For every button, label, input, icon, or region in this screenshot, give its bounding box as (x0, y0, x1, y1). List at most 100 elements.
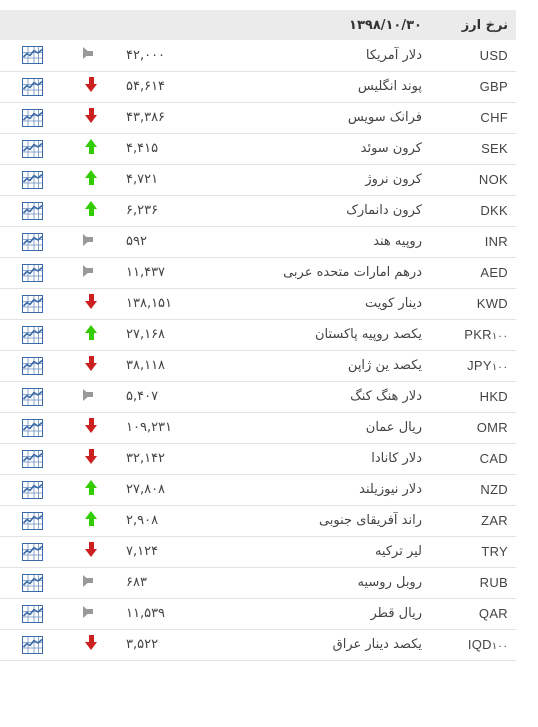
chart-icon[interactable] (21, 387, 43, 406)
chart-link[interactable] (0, 598, 64, 630)
table-row[interactable]: INR روپیه هند ۵۹۲ (0, 226, 516, 258)
arrow-flat-icon (83, 264, 99, 277)
currency-name: کرون سوئد (254, 133, 430, 165)
table-row[interactable]: USD دلار آمریکا ۴۲,۰۰۰ (0, 40, 516, 72)
table-row[interactable]: NOK کرون نروژ ۴,۷۲۱ (0, 164, 516, 196)
table-row[interactable]: QAR ریال قطر ۱۱,۵۳۹ (0, 598, 516, 630)
chart-icon[interactable] (21, 232, 43, 251)
table-row[interactable]: TRY لیر ترکیه ۷,۱۲۴ (0, 536, 516, 568)
chart-link[interactable] (0, 536, 64, 568)
currency-name: راند آفریقای جنوبی (254, 505, 430, 537)
chart-icon[interactable] (21, 325, 43, 344)
table-row[interactable]: DKK کرون دانمارک ۶,۲۳۶ (0, 195, 516, 227)
currency-rate-value: ۳۸,۱۱۸ (118, 350, 254, 382)
table-row[interactable]: NZD دلار نیوزیلند ۲۷,۸۰۸ (0, 474, 516, 506)
chart-link[interactable] (0, 381, 64, 413)
arrow-flat-icon (83, 233, 99, 246)
chart-icon[interactable] (21, 263, 43, 282)
chart-icon[interactable] (21, 480, 43, 499)
table-row[interactable]: JPY۱۰۰ یکصد ین ژاپن ۳۸,۱۱۸ (0, 350, 516, 382)
chart-link[interactable] (0, 629, 64, 661)
trend-indicator (64, 443, 118, 475)
table-body: USD دلار آمریکا ۴۲,۰۰۰ GBP پوند انگلیس ۵۴,۶۱۴… (0, 40, 516, 661)
chart-icon[interactable] (21, 542, 43, 561)
currency-rate-value: ۶۸۳ (118, 567, 254, 599)
currency-code-text: ZAR (481, 513, 508, 528)
chart-link[interactable] (0, 288, 64, 320)
chart-link[interactable] (0, 505, 64, 537)
chart-icon[interactable] (21, 573, 43, 592)
chart-link[interactable] (0, 319, 64, 351)
trend-indicator (64, 257, 118, 289)
chart-link[interactable] (0, 567, 64, 599)
table-row[interactable]: ZAR راند آفریقای جنوبی ۲,۹۰۸ (0, 505, 516, 537)
currency-code-text: SEK (481, 141, 508, 156)
currency-rate-value: ۴۲,۰۰۰ (118, 40, 254, 72)
chart-link[interactable] (0, 40, 64, 72)
table-row[interactable]: CHF فرانک سویس ۴۳,۳۸۶ (0, 102, 516, 134)
chart-icon[interactable] (21, 604, 43, 623)
currency-rate-value: ۴,۴۱۵ (118, 133, 254, 165)
currency-code: JPY۱۰۰ (430, 350, 516, 382)
currency-rate-value: ۵۹۲ (118, 226, 254, 258)
arrow-down-icon (84, 294, 98, 309)
chart-icon[interactable] (21, 170, 43, 189)
chart-icon[interactable] (21, 77, 43, 96)
chart-link[interactable] (0, 257, 64, 289)
table-row[interactable]: CAD دلار کانادا ۳۲,۱۴۲ (0, 443, 516, 475)
chart-link[interactable] (0, 71, 64, 103)
chart-link[interactable] (0, 474, 64, 506)
table-row[interactable]: RUB روبل روسیه ۶۸۳ (0, 567, 516, 599)
chart-link[interactable] (0, 195, 64, 227)
currency-rate-value: ۵,۴۰۷ (118, 381, 254, 413)
currency-name: ریال عمان (254, 412, 430, 444)
table-row[interactable]: PKR۱۰۰ یکصد روپیه پاکستان ۲۷,۱۶۸ (0, 319, 516, 351)
chart-icon[interactable] (21, 139, 43, 158)
currency-multiplier: ۱۰۰ (491, 362, 508, 373)
chart-icon[interactable] (21, 356, 43, 375)
chart-link[interactable] (0, 412, 64, 444)
table-row[interactable]: IQD۱۰۰ یکصد دینار عراق ۳,۵۲۲ (0, 629, 516, 661)
chart-link[interactable] (0, 443, 64, 475)
currency-name: فرانک سویس (254, 102, 430, 134)
table-row[interactable]: AED درهم امارات متحده عربی ۱۱,۴۳۷ (0, 257, 516, 289)
exchange-rates-panel: نرخ ارز ۱۳۹۸/۱۰/۳۰ USD دلار آمریکا ۴۲,۰۰۰ G… (0, 0, 538, 661)
chart-icon[interactable] (21, 418, 43, 437)
chart-link[interactable] (0, 102, 64, 134)
exchange-rates-table: نرخ ارز ۱۳۹۸/۱۰/۳۰ USD دلار آمریکا ۴۲,۰۰۰ G… (0, 10, 516, 661)
currency-name: دلار آمریکا (254, 40, 430, 72)
trend-indicator (64, 474, 118, 506)
chart-icon[interactable] (21, 46, 43, 65)
currency-code: ZAR (430, 505, 516, 537)
currency-code-text: KWD (476, 296, 508, 311)
arrow-up-icon (84, 325, 98, 340)
chart-link[interactable] (0, 226, 64, 258)
table-row[interactable]: HKD دلار هنگ کنگ ۵,۴۰۷ (0, 381, 516, 413)
chart-link[interactable] (0, 350, 64, 382)
currency-name: روپیه هند (254, 226, 430, 258)
chart-icon[interactable] (21, 201, 43, 220)
chart-icon[interactable] (21, 635, 43, 654)
arrow-down-icon (84, 356, 98, 371)
trend-indicator (64, 319, 118, 351)
table-row[interactable]: SEK کرون سوئد ۴,۴۱۵ (0, 133, 516, 165)
chart-link[interactable] (0, 133, 64, 165)
chart-icon[interactable] (21, 294, 43, 313)
header-currency: نرخ ارز (430, 10, 516, 40)
chart-icon[interactable] (21, 108, 43, 127)
currency-code: OMR (430, 412, 516, 444)
table-row[interactable]: GBP پوند انگلیس ۵۴,۶۱۴ (0, 71, 516, 103)
chart-link[interactable] (0, 164, 64, 196)
header-trend (64, 10, 118, 40)
currency-rate-value: ۶,۲۳۶ (118, 195, 254, 227)
currency-code-text: IQD (467, 637, 492, 652)
chart-icon[interactable] (21, 511, 43, 530)
table-row[interactable]: KWD دینار کویت ۱۳۸,۱۵۱ (0, 288, 516, 320)
currency-code-text: JPY (467, 358, 492, 373)
currency-code: CAD (430, 443, 516, 475)
table-row[interactable]: OMR ریال عمان ۱۰۹,۲۳۱ (0, 412, 516, 444)
currency-code-text: CHF (480, 110, 508, 125)
currency-code: CHF (430, 102, 516, 134)
chart-icon[interactable] (21, 449, 43, 468)
currency-name: روبل روسیه (254, 567, 430, 599)
